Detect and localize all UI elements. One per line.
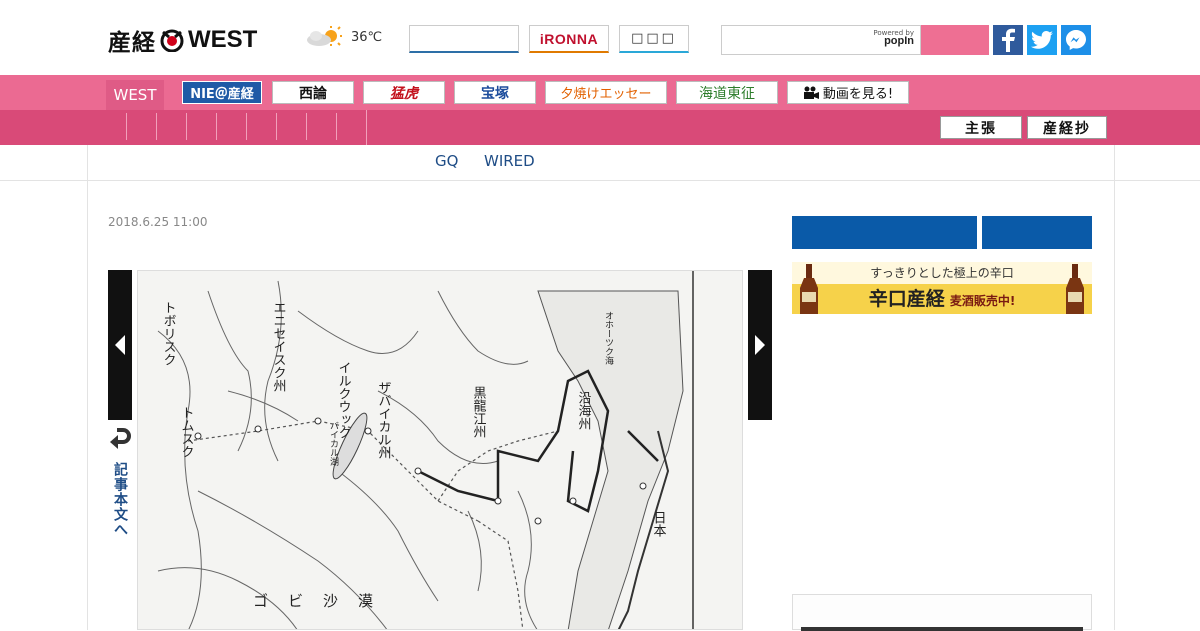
video-camera-icon	[803, 86, 819, 99]
nav-divider	[366, 110, 367, 145]
nav-divider	[336, 113, 337, 140]
twitter-button[interactable]	[1027, 25, 1057, 55]
header-link-1[interactable]	[409, 25, 519, 53]
tab-yuyake-essay[interactable]: 夕焼けエッセー	[545, 81, 667, 104]
nav-divider	[186, 113, 187, 140]
nav-divider	[246, 113, 247, 140]
jump-to-body-label: 記事本文へ	[112, 462, 128, 537]
site-logo[interactable]: 産経 WEST	[108, 24, 257, 56]
beer-ad-banner[interactable]: すっきりとした極上の辛口 辛口産経 麦酒販売中!	[792, 262, 1092, 314]
facebook-button[interactable]	[993, 25, 1023, 55]
map-label-yenisei: エニセイスク州	[271, 301, 287, 392]
beer-bottle-icon	[800, 264, 818, 314]
arrow-right-icon	[755, 335, 765, 355]
map-label-tomsk: トムスク	[179, 406, 194, 458]
article-date: 2018.6.25 11:00	[108, 215, 208, 229]
tab-seiron[interactable]: 西論	[272, 81, 354, 104]
link-wired[interactable]: WIRED	[484, 152, 535, 170]
historical-map-image: トボリスク トムスク エニセイスク州 イルクウック ザバイカル州 黒龍江州 沿海…	[138, 271, 742, 629]
map-label-gobi: ゴビ沙漠	[253, 592, 393, 610]
gallery-next-button[interactable]	[748, 270, 772, 420]
popin-logo: popIn	[884, 35, 914, 47]
partly-sunny-icon	[307, 26, 342, 46]
ironna-link[interactable]: iRONNA	[529, 25, 609, 53]
map-label-okhotsk: オホーツク海	[603, 311, 614, 366]
link-gq[interactable]: GQ	[435, 152, 458, 170]
header-link-3[interactable]: □□□	[619, 25, 689, 53]
links-row-divider	[0, 180, 1200, 181]
gallery-prev-button[interactable]	[108, 270, 132, 420]
sidebar-widget-box	[792, 594, 1092, 631]
search-button[interactable]	[921, 25, 989, 55]
tab-video-label: 動画を見る!	[822, 87, 894, 102]
logo-emblem-icon	[160, 28, 184, 53]
map-label-kokuryuko: 黒龍江州	[471, 386, 487, 438]
tab-takarazuka[interactable]: 宝塚	[454, 81, 536, 104]
banner-tagline: すっきりとした極上の辛口	[792, 262, 1092, 284]
tab-nie[interactable]: NIE＠産経	[182, 81, 262, 104]
tab-sankeisho[interactable]: 産経抄	[1027, 116, 1107, 139]
nav-divider	[216, 113, 217, 140]
header-link-3-label: □□□	[631, 31, 677, 46]
nav-divider	[156, 113, 157, 140]
tab-moko[interactable]: 猛虎	[363, 81, 445, 104]
nav-divider	[306, 113, 307, 140]
logo-text-ja: 産経	[108, 29, 156, 56]
article-photo-map: トボリスク トムスク エニセイスク州 イルクウック ザバイカル州 黒龍江州 沿海…	[137, 270, 743, 630]
banner-main-line: 辛口産経 麦酒販売中!	[792, 284, 1092, 314]
arrow-left-icon	[115, 335, 125, 355]
weather-widget[interactable]: 36℃	[305, 26, 382, 48]
map-label-baikal: バイカル湖	[328, 421, 339, 467]
logo-text-en: WEST	[188, 26, 258, 53]
facebook-icon	[1002, 28, 1015, 52]
sidebar-button-2[interactable]	[982, 216, 1092, 249]
nav-divider	[276, 113, 277, 140]
beer-bottle-icon	[1066, 264, 1084, 314]
sidebar-button-1[interactable]	[792, 216, 977, 249]
map-label-tobolsk: トボリスク	[161, 301, 176, 366]
ironna-label: iRONNA	[539, 30, 599, 47]
map-label-nihon: 日本	[651, 511, 667, 537]
map-label-zabaikal: ザバイカル州	[376, 381, 392, 459]
sidebar-widget-bar	[801, 627, 1083, 631]
twitter-icon	[1031, 31, 1053, 49]
nav-current-west[interactable]: WEST	[106, 80, 164, 110]
tab-shucho[interactable]: 主張	[940, 116, 1022, 139]
map-label-enkaishu: 沿海州	[576, 391, 592, 430]
return-arrow-icon	[110, 428, 131, 449]
tab-kaido-tosei[interactable]: 海道東征	[676, 81, 778, 104]
weather-temperature: 36℃	[351, 29, 383, 45]
jump-to-article-body[interactable]: 記事本文へ	[108, 428, 132, 537]
nav-divider	[126, 113, 127, 140]
tab-video[interactable]: 動画を見る!	[787, 81, 909, 104]
popin-badge: Powered by popIn	[873, 29, 914, 47]
banner-title: 辛口産経	[868, 288, 945, 310]
messenger-icon	[1066, 30, 1086, 50]
messenger-button[interactable]	[1061, 25, 1091, 55]
search-input[interactable]: Powered by popIn	[721, 25, 921, 55]
banner-subtitle: 麦酒販売中!	[949, 294, 1016, 308]
